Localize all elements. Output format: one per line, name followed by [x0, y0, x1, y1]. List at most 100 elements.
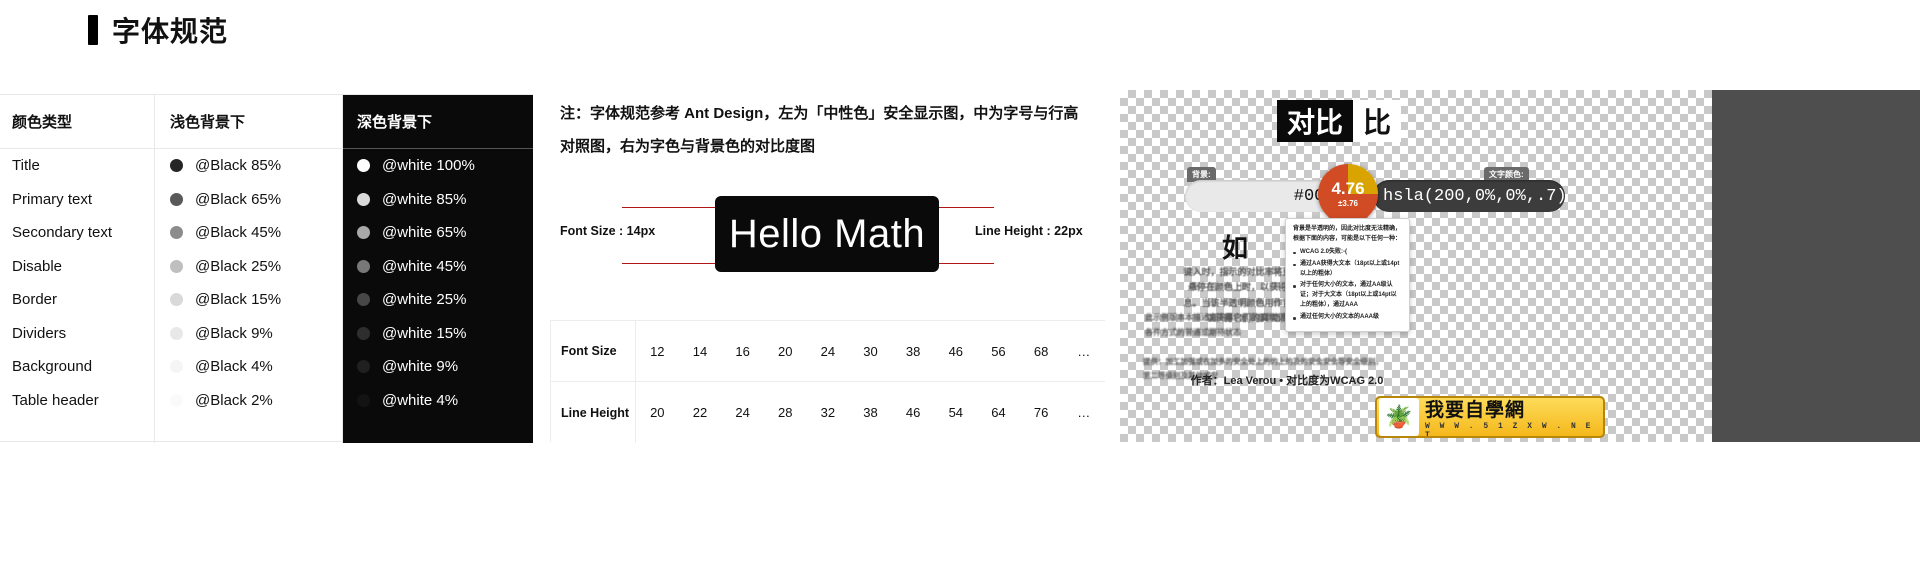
- row-label-font-size: Font Size: [551, 320, 636, 382]
- color-swatch-icon: [170, 293, 183, 307]
- color-swatch-icon: [357, 293, 370, 307]
- table-row: @Black 15%: [155, 283, 342, 317]
- table-row: @white 9%: [343, 350, 533, 384]
- color-token-label: @white 100%: [382, 157, 475, 175]
- color-token-label: @white 65%: [382, 224, 467, 242]
- tooltip-criteria-list: WCAG 2.0失败:-(通过AA获得大文本（18pt以上或14pt以上的粗体）…: [1293, 248, 1402, 323]
- color-swatch-icon: [357, 259, 370, 273]
- color-token-label: @Black 9%: [195, 324, 273, 342]
- table-row: Primary text: [12, 190, 93, 208]
- table-row: Disable: [12, 257, 63, 275]
- scale-value: 20: [650, 405, 665, 420]
- spec-note: 注：字体规范参考 Ant Design，左为「中性色」安全显示图，中为字号与行高…: [560, 97, 1100, 163]
- color-token-label: @white 25%: [382, 291, 467, 309]
- contrast-title-normal: 比: [1353, 100, 1402, 142]
- table-row: Secondary text: [12, 224, 113, 242]
- color-swatch-icon: [357, 159, 370, 173]
- scale-value: 22: [692, 405, 708, 420]
- column-header-type: 颜色类型: [0, 95, 154, 149]
- scale-value: 54: [948, 405, 964, 420]
- color-swatch-icon: [357, 393, 370, 407]
- dark-background-area: [1712, 90, 1920, 442]
- scale-value: 24: [735, 405, 750, 420]
- scale-value: 20: [778, 343, 793, 359]
- scale-value: 46: [948, 343, 964, 359]
- contrast-title: 对比 比: [1277, 100, 1402, 142]
- scale-value: 68: [1033, 343, 1049, 359]
- typography-spec-page: 字体规范 颜色类型 Title Primary text Secondary tex…: [0, 0, 1920, 565]
- page-title: 字体规范: [88, 10, 228, 50]
- table-row: @Black 25%: [155, 250, 342, 284]
- color-token-label: @Black 4%: [195, 358, 273, 376]
- color-swatch-icon: [170, 326, 183, 340]
- scale-value: 64: [991, 405, 1006, 420]
- font-size-values: 12 14 16 20 24 30 38 46 56 68…: [636, 321, 1105, 382]
- scale-value: …: [1077, 405, 1091, 420]
- logo-text-wrap: 我要自學網 W W W . 5 1 Z X W . N E T: [1419, 398, 1603, 437]
- tooltip-criteria-item: 通过任何大小的文本的AAA级: [1293, 313, 1402, 323]
- color-swatch-icon: [170, 192, 183, 206]
- color-swatch-icon: [170, 360, 183, 374]
- scale-value: 46: [905, 405, 921, 420]
- type-spec-diagram: Font Size : 14px Hello Math Line Height …: [560, 196, 1105, 274]
- tooltip-intro: 背景是半透明的，因此对比度无法精确，根据下面的内容，可能是以下任何一种：: [1293, 226, 1402, 242]
- font-size-scale-table: Font Size 12 14 16 20 24 30 38 46 56 68 … Line Hei…: [550, 320, 1105, 443]
- note-line-2: 对照图，右为字色与背景色的对比度图: [560, 138, 816, 155]
- color-spec-table: 颜色类型 Title Primary text Secondary text Disa…: [0, 94, 533, 443]
- table-row: Line Height 20 22 24 28 32 38 46 54 64 76…: [551, 382, 1105, 443]
- font-size-label: Font Size : 14px: [560, 224, 656, 238]
- color-token-label: @Black 45%: [195, 224, 282, 242]
- foreground-color-input[interactable]: hsla(200,0%,0%,.7): [1373, 180, 1567, 212]
- color-token-label: @white 85%: [382, 190, 467, 208]
- table-row: Border: [12, 291, 58, 309]
- contrast-score-delta: ±3.76: [1338, 199, 1358, 208]
- contrast-author-credit: 作者：Lea Verou • 对比度为WCAG 2.0: [1190, 375, 1384, 387]
- table-row: Table header: [12, 391, 99, 409]
- color-swatch-icon: [170, 159, 183, 173]
- color-swatch-icon: [170, 394, 183, 407]
- contrast-sample-glyph: 如: [1222, 233, 1249, 263]
- color-table-column-light: 浅色背景下 @Black 85% @Black 65% @Black 45% @Bla…: [155, 95, 343, 443]
- guide-line-top-right: [930, 207, 994, 208]
- scale-value: 14: [692, 343, 708, 359]
- table-row: @white 85%: [343, 183, 533, 217]
- plant-icon: 🪴: [1379, 398, 1419, 436]
- color-swatch-icon: [357, 360, 370, 374]
- scale-value: 12: [650, 343, 665, 359]
- table-row: @Black 45%: [155, 216, 342, 250]
- color-table-column-type: 颜色类型 Title Primary text Secondary text Disa…: [0, 95, 155, 443]
- color-swatch-icon: [357, 226, 370, 240]
- scale-value: 28: [778, 405, 793, 420]
- color-token-label: @white 15%: [382, 324, 467, 342]
- color-token-label: @Black 25%: [195, 257, 282, 275]
- contrast-score-badge: 4.76 ±3.76: [1318, 164, 1378, 224]
- contrast-tooltip: 背景是半透明的，因此对比度无法精确，根据下面的内容，可能是以下任何一种： WCA…: [1285, 218, 1410, 333]
- line-height-label: Line Height : 22px: [975, 224, 1083, 238]
- color-swatch-icon: [357, 192, 370, 206]
- guide-line-bottom-right: [930, 263, 994, 264]
- scale-value: 76: [1033, 405, 1049, 420]
- color-token-label: @white 45%: [382, 257, 467, 275]
- title-accent-bar: [88, 15, 98, 45]
- column-header-light: 浅色背景下: [155, 95, 342, 149]
- scale-value: 56: [991, 343, 1006, 359]
- table-row: @Black 2%: [155, 384, 342, 418]
- scale-value: 24: [820, 343, 836, 359]
- color-swatch-icon: [357, 326, 370, 340]
- table-row: @white 65%: [343, 216, 533, 250]
- color-swatch-icon: [170, 259, 183, 273]
- table-row: @Black 9%: [155, 317, 342, 351]
- sample-text-box: Hello Math: [715, 196, 939, 272]
- table-row: @white 100%: [343, 149, 533, 183]
- scale-value: 38: [905, 343, 921, 359]
- page-title-text: 字体规范: [112, 16, 229, 47]
- note-line-1: 注：字体规范参考 Ant Design，左为「中性色」安全显示图，中为字号与行高: [560, 105, 1079, 122]
- table-row: @white 15%: [343, 317, 533, 351]
- table-row: @white 25%: [343, 283, 533, 317]
- sample-text: Hello Math: [728, 211, 926, 256]
- site-logo: 🪴 我要自學網 W W W . 5 1 Z X W . N E T: [1375, 396, 1605, 438]
- table-row: @Black 65%: [155, 183, 342, 217]
- scale-value: 16: [735, 343, 750, 359]
- scale-value: 30: [863, 343, 878, 359]
- color-token-label: @Black 15%: [195, 291, 282, 309]
